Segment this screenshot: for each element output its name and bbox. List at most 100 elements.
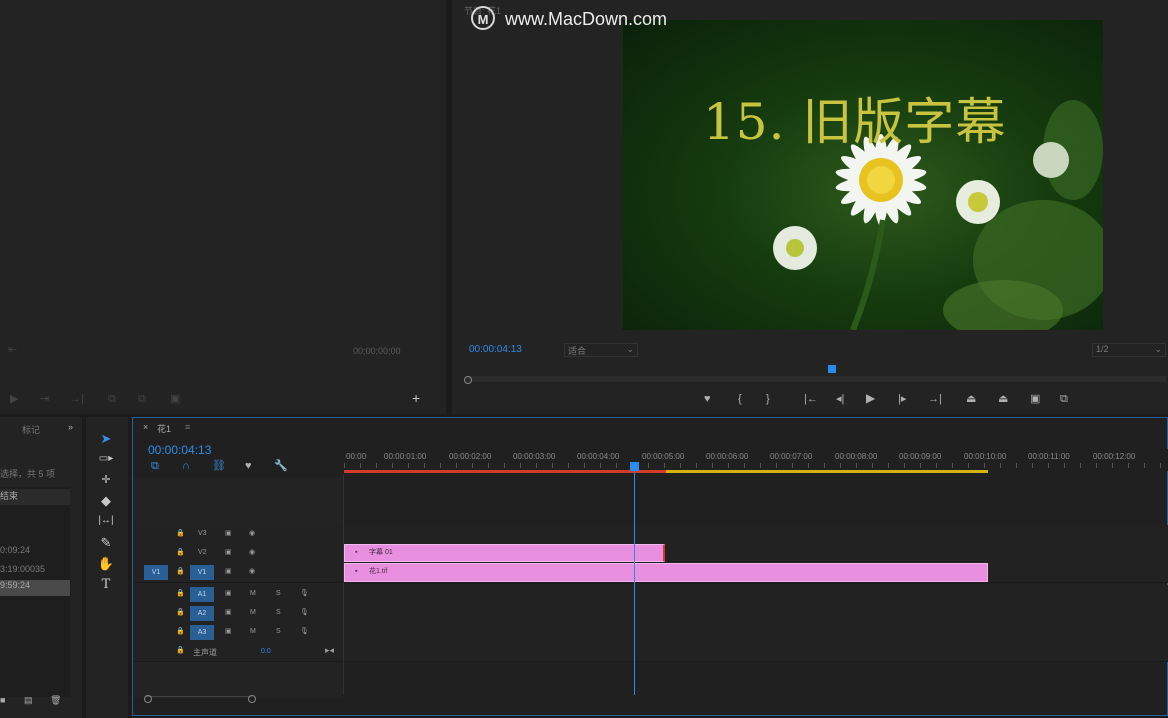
- scroll-handle-right[interactable]: [248, 695, 256, 703]
- ruler-tick-label: 00:00:03:00: [513, 452, 556, 461]
- solo-button[interactable]: S: [276, 590, 281, 597]
- list-view-icon[interactable]: ■: [0, 695, 5, 705]
- sync-lock-icon[interactable]: ▣: [225, 608, 232, 616]
- add-button-icon[interactable]: +: [412, 391, 420, 405]
- eye-icon[interactable]: ◉: [249, 548, 255, 556]
- clip-fx-icon: ▪: [355, 568, 358, 575]
- solo-button[interactable]: S: [276, 628, 281, 635]
- source-play-icon[interactable]: ▶: [10, 393, 18, 405]
- export-frame-icon[interactable]: ▣: [1030, 393, 1040, 405]
- comparison-view-icon[interactable]: ⧉: [1060, 393, 1068, 405]
- fit-select[interactable]: 适合 ⌄: [564, 343, 638, 357]
- selection-tool-icon[interactable]: ➤: [95, 431, 117, 447]
- trash-icon[interactable]: 🗑: [50, 695, 61, 706]
- project-list: 结束 0:09:24 3:19:00035 9:59:24: [0, 487, 70, 697]
- source-patch-v1[interactable]: V1: [144, 565, 168, 580]
- program-timecode[interactable]: 00:00:04:13: [469, 344, 522, 355]
- extract-icon[interactable]: ⏏: [998, 393, 1008, 405]
- eye-icon[interactable]: ◉: [249, 567, 255, 575]
- mic-icon[interactable]: 🎙: [300, 627, 309, 635]
- lock-icon[interactable]: 🔒: [176, 589, 185, 597]
- mute-button[interactable]: M: [250, 628, 256, 635]
- source-step-forward-icon[interactable]: ⇥: [40, 393, 49, 405]
- clip-fx-icon: ▪: [355, 549, 358, 556]
- timeline-timecode[interactable]: 00:00:04:13: [148, 443, 211, 457]
- timeline-tab-label[interactable]: 花1: [157, 422, 171, 435]
- lock-icon[interactable]: 🔒: [176, 608, 185, 616]
- settings-wrench-icon[interactable]: 🔧: [274, 460, 288, 472]
- step-forward-icon[interactable]: |▸: [898, 393, 906, 405]
- project-tab-label[interactable]: 标记: [22, 423, 40, 436]
- mute-button[interactable]: M: [250, 609, 256, 616]
- video-clip[interactable]: ▪ 花1.tif: [344, 563, 988, 582]
- step-back-icon[interactable]: ◂|: [836, 393, 844, 405]
- track-target-a1[interactable]: A1: [190, 587, 214, 602]
- play-icon[interactable]: ▶: [866, 392, 875, 404]
- list-item[interactable]: 3:19:00035: [0, 564, 45, 574]
- lock-icon[interactable]: 🔒: [176, 567, 185, 575]
- list-item[interactable]: 结束: [0, 489, 70, 505]
- lock-icon[interactable]: 🔒: [176, 548, 185, 556]
- source-insert-icon[interactable]: ⧉: [108, 393, 116, 405]
- nest-icon[interactable]: ⧉: [151, 460, 159, 472]
- mic-icon[interactable]: 🎙: [300, 608, 309, 616]
- mic-icon[interactable]: 🎙: [300, 589, 309, 597]
- source-overwrite-icon[interactable]: ⧉: [138, 393, 146, 405]
- slip-tool-icon[interactable]: |↔|: [95, 515, 117, 526]
- eye-icon[interactable]: ◉: [249, 529, 255, 537]
- resolution-select[interactable]: 1/2 ⌄: [1092, 343, 1166, 357]
- track-a3: [134, 623, 1168, 643]
- source-go-out-icon[interactable]: →|: [70, 393, 84, 405]
- mute-button[interactable]: M: [250, 590, 256, 597]
- solo-button[interactable]: S: [276, 609, 281, 616]
- list-item[interactable]: 9:59:24: [0, 580, 70, 596]
- timeline-playhead-handle[interactable]: [630, 462, 639, 471]
- program-playhead[interactable]: [828, 365, 836, 373]
- sync-lock-icon[interactable]: ▣: [225, 567, 232, 575]
- add-marker-icon[interactable]: ♥: [704, 393, 711, 405]
- snap-icon[interactable]: ∩: [182, 460, 190, 472]
- title-clip[interactable]: ▪ 字幕 01: [344, 544, 665, 562]
- go-to-end-icon[interactable]: ▸◂: [325, 645, 334, 656]
- sync-lock-icon[interactable]: ▣: [225, 548, 232, 556]
- linked-selection-icon[interactable]: ⛓: [212, 460, 226, 472]
- master-volume-value[interactable]: 0.0: [261, 648, 271, 655]
- lock-icon[interactable]: 🔒: [176, 529, 185, 537]
- track-target-a2[interactable]: A2: [190, 606, 214, 621]
- chevron-down-icon: ⌄: [626, 344, 634, 354]
- mark-out-icon[interactable]: }: [766, 393, 770, 405]
- program-scrub-bar[interactable]: [466, 376, 1166, 382]
- hand-tool-icon[interactable]: ✋: [95, 556, 117, 572]
- source-timecode[interactable]: 00;00;00;00: [353, 346, 401, 356]
- pen-tool-icon[interactable]: ✎: [95, 535, 117, 551]
- panel-expand-icon[interactable]: »: [68, 422, 73, 432]
- sync-lock-icon[interactable]: ▣: [225, 627, 232, 635]
- razor-tool-icon[interactable]: ◆: [95, 493, 117, 509]
- track-target-a3[interactable]: A3: [190, 625, 214, 640]
- scrub-zoom-handle[interactable]: [464, 376, 472, 384]
- source-monitor: 00;00;00;00 ⇤ ▶ ⇥ →| ⧉ ⧉ ▣ +: [0, 0, 446, 414]
- tab-menu-icon[interactable]: ≡: [185, 422, 190, 432]
- ruler-tick-label: 00:00:11:00: [1028, 452, 1070, 461]
- scroll-handle-left[interactable]: [144, 695, 152, 703]
- track-target-v1[interactable]: V1: [190, 565, 214, 580]
- mark-in-icon[interactable]: {: [738, 393, 742, 405]
- go-to-out-icon[interactable]: →|: [928, 393, 942, 405]
- new-bin-icon[interactable]: ▤: [24, 695, 33, 706]
- sync-lock-icon[interactable]: ▣: [225, 589, 232, 597]
- sync-lock-icon[interactable]: ▣: [225, 529, 232, 537]
- lock-icon[interactable]: 🔒: [176, 627, 185, 635]
- type-tool-icon[interactable]: T: [95, 577, 117, 592]
- timeline-close-icon[interactable]: ×: [143, 422, 148, 432]
- timeline-playhead-line[interactable]: [634, 471, 635, 695]
- add-marker-icon[interactable]: ♥: [245, 460, 252, 472]
- list-item[interactable]: 0:09:24: [0, 545, 30, 555]
- lift-icon[interactable]: ⏏: [966, 393, 976, 405]
- source-nav-left-icon[interactable]: ⇤: [8, 344, 17, 356]
- lock-icon[interactable]: 🔒: [176, 646, 185, 654]
- timeline-scrollbar[interactable]: [146, 696, 252, 703]
- track-select-tool-icon[interactable]: ▭▸: [95, 453, 117, 464]
- source-export-frame-icon[interactable]: ▣: [170, 393, 180, 405]
- ripple-edit-tool-icon[interactable]: ✛: [95, 473, 117, 486]
- go-to-in-icon[interactable]: |←: [804, 393, 818, 405]
